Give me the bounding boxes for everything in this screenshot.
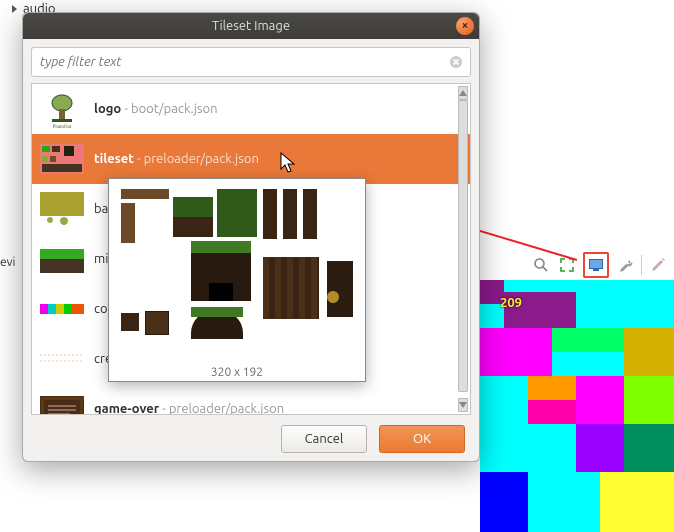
scroll-track[interactable] — [458, 100, 468, 398]
cancel-button[interactable]: Cancel — [281, 425, 367, 453]
dialog-titlebar[interactable]: Tileset Image × — [23, 13, 479, 39]
list-item[interactable]: game-over - preloader/pack.json — [32, 384, 470, 415]
asset-thumb — [40, 289, 84, 329]
list-item[interactable]: tileset - preloader/pack.json — [32, 134, 470, 184]
preview-dimensions: 320 x 192 — [109, 366, 365, 379]
dialog-title: Tileset Image — [212, 19, 290, 33]
asset-path: preloader/pack.json — [169, 402, 284, 415]
ok-button[interactable]: OK — [379, 425, 465, 453]
list-item[interactable]: PhamOut logo - boot/pack.json — [32, 84, 470, 134]
panel-tab-truncated: evi — [0, 256, 15, 269]
scroll-up-icon[interactable] — [458, 86, 468, 100]
clear-icon[interactable] — [448, 54, 464, 70]
editor-toolbar — [531, 252, 668, 278]
asset-name: ba — [94, 202, 108, 216]
tilemap-canvas[interactable] — [480, 280, 674, 528]
wrench-icon[interactable] — [615, 255, 635, 275]
filter-input[interactable] — [38, 54, 448, 70]
fit-icon[interactable] — [557, 255, 577, 275]
mouse-cursor-icon — [280, 152, 298, 174]
preview-image — [113, 183, 361, 359]
asset-thumb: PhamOut — [40, 89, 84, 129]
svg-text:PhamOut: PhamOut — [53, 125, 73, 129]
asset-preview-popup: 320 x 192 — [108, 178, 366, 382]
asset-name: logo — [94, 102, 121, 116]
scroll-down-icon[interactable] — [458, 398, 468, 412]
asset-thumb — [40, 239, 84, 279]
display-icon[interactable] — [583, 252, 609, 278]
tile-index-label: 209 — [500, 296, 522, 310]
asset-thumb — [40, 339, 84, 379]
asset-name: tileset — [94, 152, 134, 166]
asset-name: game-over — [94, 402, 159, 415]
asset-thumb — [40, 139, 84, 179]
toolbar-divider — [641, 255, 642, 275]
asset-path: boot/pack.json — [131, 102, 218, 116]
zoom-icon[interactable] — [531, 255, 551, 275]
asset-name: co — [94, 302, 108, 316]
dialog-buttons: Cancel OK — [281, 425, 465, 453]
scroll-thumb[interactable] — [458, 100, 468, 392]
list-scrollbar[interactable] — [458, 86, 468, 412]
pencil-icon[interactable] — [648, 255, 668, 275]
filter-field[interactable] — [31, 47, 471, 77]
asset-name: mi — [94, 252, 108, 266]
asset-thumb — [40, 189, 84, 229]
expander-icon[interactable] — [12, 5, 17, 13]
close-icon[interactable]: × — [456, 17, 474, 35]
asset-thumb — [40, 389, 84, 415]
asset-path: preloader/pack.json — [144, 152, 259, 166]
